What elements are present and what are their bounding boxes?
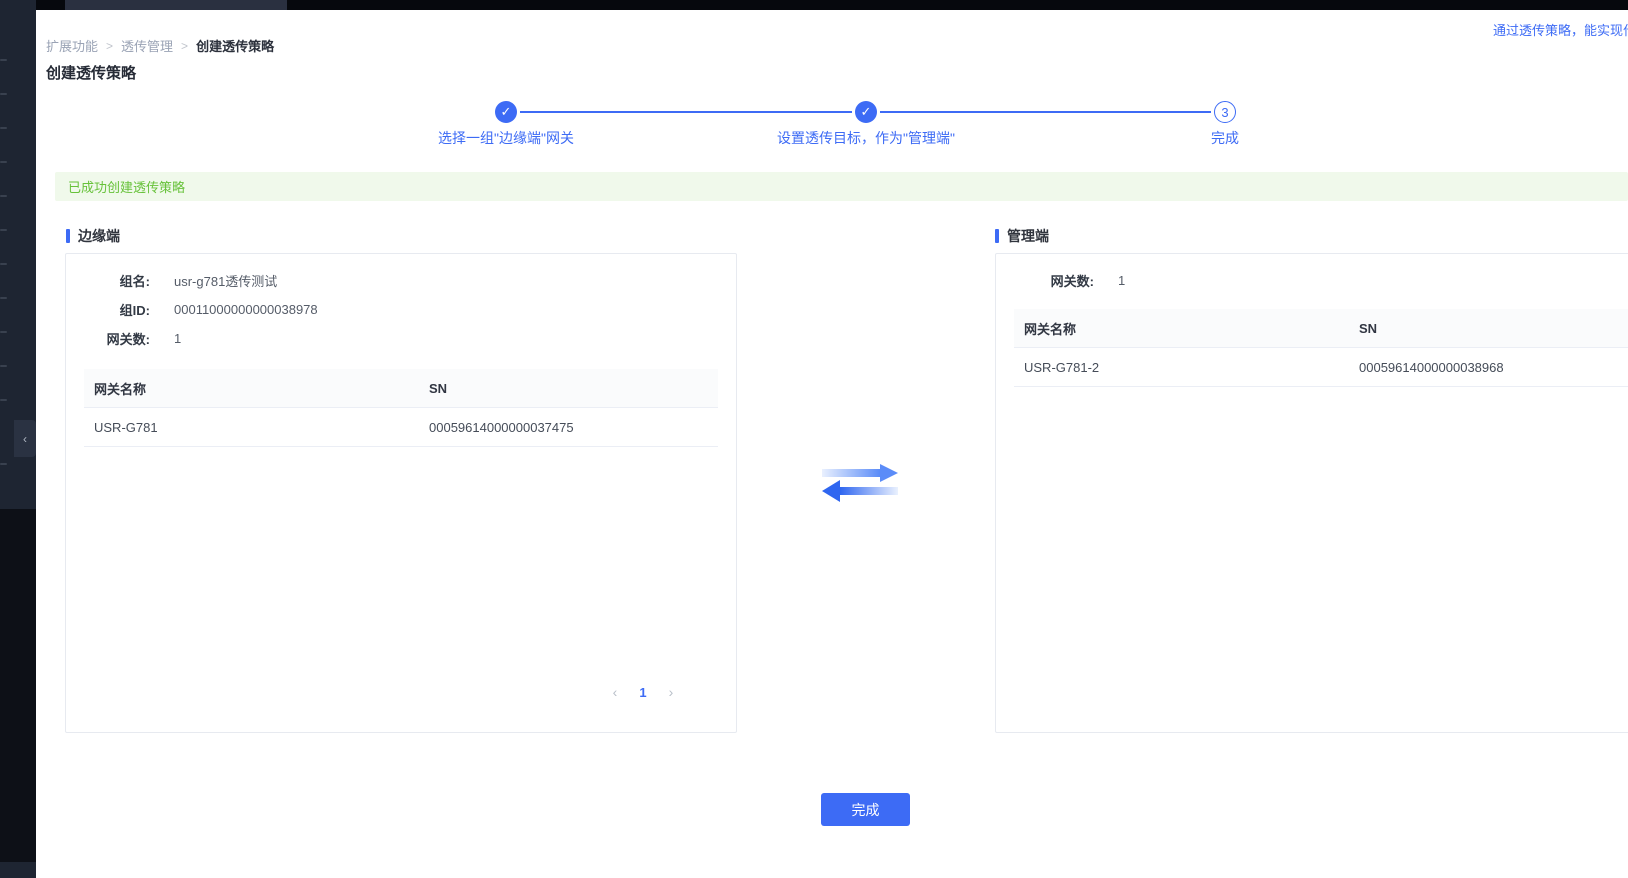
page-title: 创建透传策略 <box>46 62 136 83</box>
manage-gateway-table: 网关名称 SN USR-G781-2 00059614000000038968 <box>1014 309 1628 387</box>
step-1-label: 选择一组"边缘端"网关 <box>438 128 574 148</box>
sidebar-collapse-handle[interactable]: ‹ <box>14 420 36 457</box>
manage-panel: 网关数: 1 网关名称 SN USR-G781-2 00059614000000… <box>995 253 1628 733</box>
sidebar-item-marker <box>0 297 7 299</box>
section-accent-bar <box>995 229 999 243</box>
step-3-circle: 3 <box>1214 101 1236 123</box>
breadcrumb: 扩展功能 > 透传管理 > 创建透传策略 <box>46 36 274 55</box>
sidebar-item-marker <box>0 161 7 163</box>
sidebar-item-marker <box>0 365 7 367</box>
edge-table-pagination: ‹ 1 › <box>606 682 680 702</box>
sidebar-item-marker <box>0 93 7 95</box>
col-header-sn: SN <box>419 381 718 396</box>
step-3-number: 3 <box>1221 105 1228 120</box>
transfer-arrows-icon <box>820 460 900 502</box>
check-icon: ✓ <box>861 104 872 120</box>
sidebar-item-marker <box>0 59 7 61</box>
breadcrumb-item-passthrough-mgmt[interactable]: 透传管理 <box>121 36 173 55</box>
table-header-row: 网关名称 SN <box>84 369 718 408</box>
sidebar-item-marker <box>0 229 7 231</box>
table-row: USR-G781-2 00059614000000038968 <box>1014 348 1628 387</box>
cell-gateway-name: USR-G781 <box>84 420 419 435</box>
cell-gateway-name: USR-G781-2 <box>1014 360 1349 375</box>
sidebar-item-marker <box>0 263 7 265</box>
manage-fields: 网关数: 1 <box>996 254 1628 295</box>
edge-fields: 组名: usr-g781透传测试 组ID: 000110000000000389… <box>66 254 736 353</box>
step-2-label: 设置透传目标，作为"管理端" <box>777 128 955 148</box>
col-header-sn: SN <box>1349 321 1628 336</box>
finish-button[interactable]: 完成 <box>821 793 910 826</box>
field-gateway-count: 网关数: 1 <box>996 266 1628 295</box>
sidebar-lower-section <box>0 509 36 862</box>
collapsed-sidebar: ‹ <box>0 0 36 878</box>
sidebar-item-marker <box>0 399 7 401</box>
collapse-chevron-icon: ‹ <box>23 433 27 445</box>
breadcrumb-item-extensions[interactable]: 扩展功能 <box>46 36 98 55</box>
field-group-name: 组名: usr-g781透传测试 <box>66 266 736 295</box>
top-window-bar <box>0 0 1628 10</box>
stepper-line-1 <box>520 111 852 113</box>
field-group-id: 组ID: 00011000000000038978 <box>66 295 736 324</box>
success-alert-message: 已成功创建透传策略 <box>68 177 185 196</box>
sidebar-item-marker <box>0 331 7 333</box>
pagination-next-icon[interactable]: › <box>662 682 680 702</box>
col-header-gateway-name: 网关名称 <box>84 379 419 398</box>
edge-panel: 组名: usr-g781透传测试 组ID: 000110000000000389… <box>65 253 737 733</box>
pagination-page-1[interactable]: 1 <box>634 682 652 702</box>
check-icon: ✓ <box>501 104 512 120</box>
section-accent-bar <box>66 229 70 243</box>
breadcrumb-item-current: 创建透传策略 <box>196 36 274 55</box>
policy-help-link[interactable]: 通过透传策略，能实现什 <box>1493 20 1628 39</box>
breadcrumb-separator-icon: > <box>181 39 188 53</box>
table-row: USR-G781 00059614000000037475 <box>84 408 718 447</box>
step-1-circle: ✓ <box>495 101 517 123</box>
cell-gateway-sn: 00059614000000038968 <box>1349 360 1628 375</box>
breadcrumb-separator-icon: > <box>106 39 113 53</box>
sidebar-item-marker <box>0 195 7 197</box>
edge-gateway-table: 网关名称 SN USR-G781 00059614000000037475 <box>84 369 718 447</box>
success-alert: 已成功创建透传策略 <box>55 172 1628 201</box>
create-passthrough-policy-page: ‹ 通过透传策略，能实现什 扩展功能 > 透传管理 > 创建透传策略 创建透传策… <box>0 0 1628 878</box>
pagination-prev-icon[interactable]: ‹ <box>606 682 624 702</box>
table-header-row: 网关名称 SN <box>1014 309 1628 348</box>
sidebar-item-marker <box>0 463 7 465</box>
col-header-gateway-name: 网关名称 <box>1014 319 1349 338</box>
manage-section-title: 管理端 <box>995 226 1049 246</box>
stepper-line-2 <box>880 111 1211 113</box>
field-gateway-count: 网关数: 1 <box>66 324 736 353</box>
step-3-label: 完成 <box>1211 128 1239 148</box>
edge-section-title: 边缘端 <box>66 226 120 246</box>
top-window-tab <box>65 0 287 10</box>
cell-gateway-sn: 00059614000000037475 <box>419 420 718 435</box>
sidebar-item-marker <box>0 127 7 129</box>
step-2-circle: ✓ <box>855 101 877 123</box>
